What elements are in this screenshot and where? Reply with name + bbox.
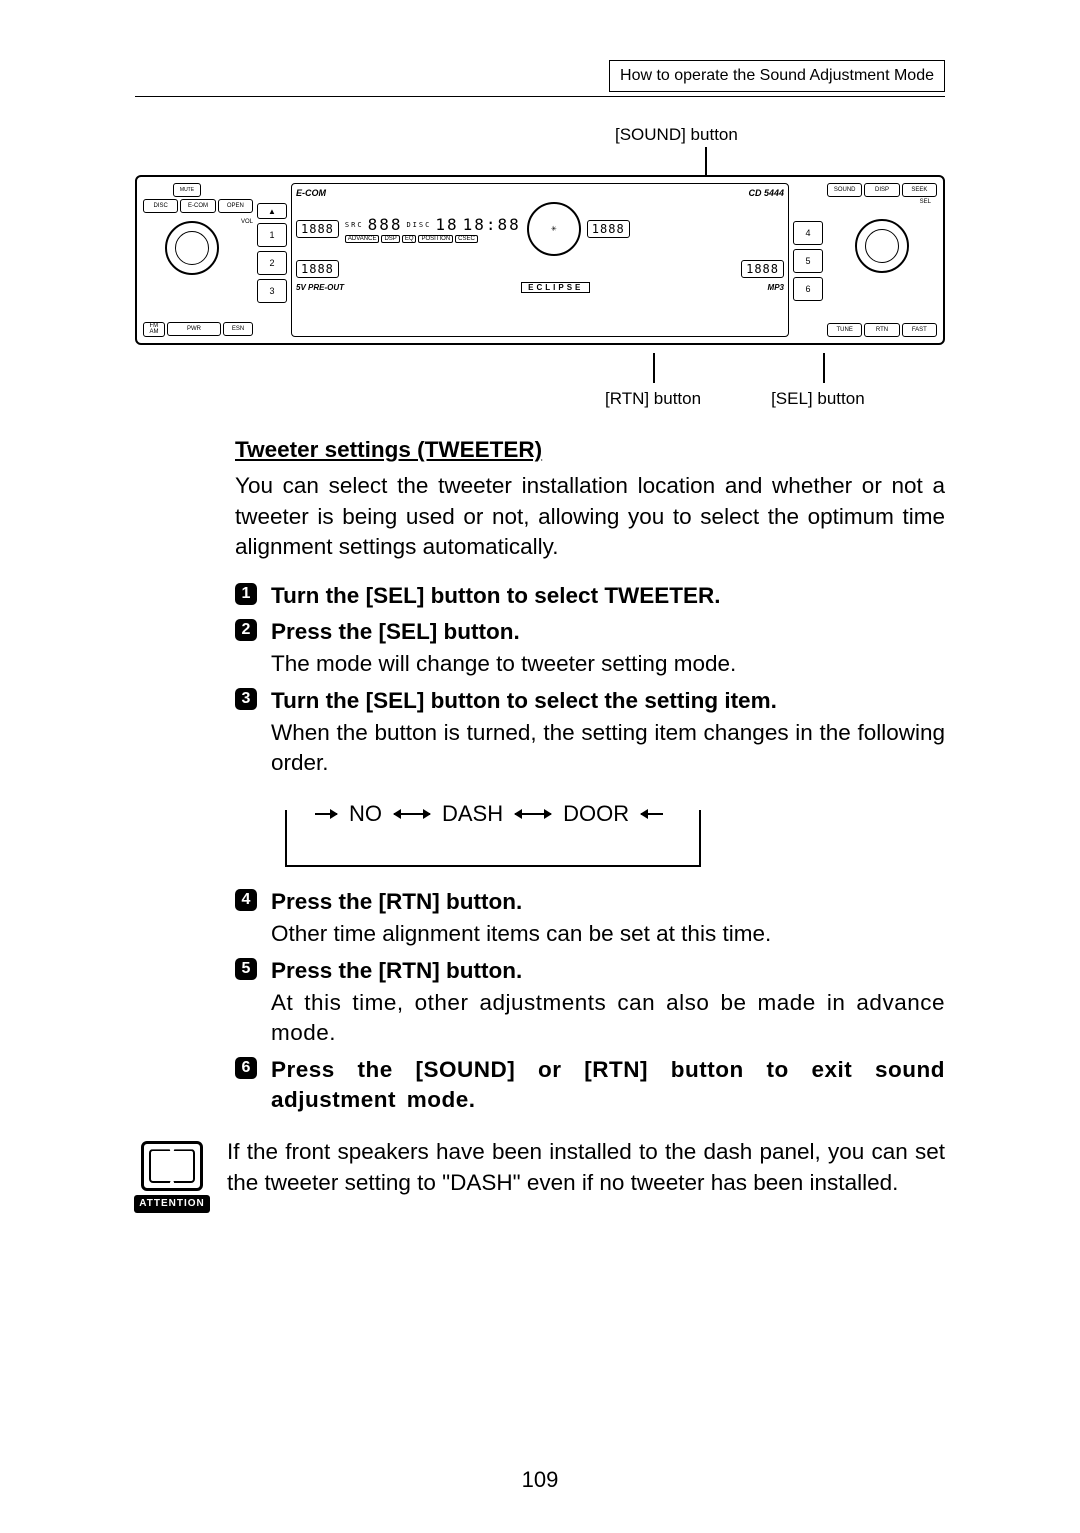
- preset-5: 5: [793, 249, 823, 273]
- step-head: Turn the [SEL] button to select TWEETER.: [271, 581, 945, 611]
- step-head: Press the [RTN] button.: [271, 956, 945, 986]
- preout-label: 5V PRE-OUT: [296, 283, 344, 292]
- esn-button: ESN: [223, 322, 253, 336]
- brand-label: ECLIPSE: [521, 282, 590, 293]
- step-body: When the button is turned, the setting i…: [271, 718, 945, 779]
- tag-position: POSITION: [418, 235, 453, 243]
- step-5: 5 Press the [RTN] button. At this time, …: [271, 956, 945, 1049]
- cycle-diagram: NO DASH DOOR: [271, 799, 701, 867]
- tag-advance: ADVANCE: [345, 235, 380, 243]
- tag-eq: EQ: [402, 235, 417, 243]
- center-dial-icon: ✳: [527, 202, 581, 256]
- device-faceplate-diagram: MUTE DISC E-COM OPEN VOL FM AM PWR ES: [135, 175, 945, 345]
- tag-dsp: DSP: [381, 235, 399, 243]
- step-number-icon: 4: [235, 889, 257, 911]
- step-number-icon: 6: [235, 1057, 257, 1079]
- step-number-icon: 3: [235, 688, 257, 710]
- mp3-label: MP3: [768, 283, 784, 292]
- step-6: 6 Press the [SOUND] or [RTN] button to e…: [271, 1055, 945, 1116]
- book-icon: [141, 1141, 203, 1191]
- callout-sound-label: [SOUND] button: [615, 125, 738, 144]
- src-tag: SRC: [345, 221, 364, 229]
- seg-a: 1888: [296, 220, 339, 238]
- callout-sound: [SOUND] button: [615, 125, 738, 145]
- seg-b: 888: [368, 215, 403, 234]
- open-button: OPEN: [218, 199, 253, 213]
- rtn-button: RTN: [864, 323, 899, 337]
- step-head: Press the [RTN] button.: [271, 887, 945, 917]
- preset-4: 4: [793, 221, 823, 245]
- step-1: 1 Turn the [SEL] button to select TWEETE…: [271, 581, 945, 611]
- preset-2: 2: [257, 251, 287, 275]
- disc-tag: DISC: [406, 221, 431, 229]
- leader-line: [823, 353, 825, 383]
- step-body: At this time, other adjustments can also…: [271, 988, 945, 1049]
- breadcrumb: How to operate the Sound Adjustment Mode: [609, 60, 945, 92]
- fast-button: FAST: [902, 323, 937, 337]
- step-2: 2 Press the [SEL] button. The mode will …: [271, 617, 945, 680]
- attention-icon: ATTENTION: [135, 1137, 209, 1213]
- preset-3: 3: [257, 279, 287, 303]
- attention-text: If the front speakers have been installe…: [227, 1137, 945, 1213]
- seek-button: SEEK: [902, 183, 937, 197]
- model-label: CD 5444: [748, 188, 784, 198]
- sel-knob: [855, 219, 909, 273]
- disc-button: DISC: [143, 199, 178, 213]
- vol-label: VOL: [241, 215, 253, 281]
- step-head: Press the [SOUND] or [RTN] button to exi…: [271, 1055, 945, 1116]
- section-title: Tweeter settings (TWEETER): [235, 435, 945, 465]
- sel-label: SEL: [827, 199, 937, 205]
- volume-knob: [165, 221, 219, 275]
- step-3: 3 Turn the [SEL] button to select the se…: [271, 686, 945, 867]
- eject-button: ▲: [257, 203, 287, 219]
- step-head: Press the [SEL] button.: [271, 617, 945, 647]
- step-number-icon: 5: [235, 958, 257, 980]
- seg-c: 18: [435, 215, 458, 234]
- page-number: 109: [0, 1467, 1080, 1493]
- preset-1: 1: [257, 223, 287, 247]
- step-number-icon: 1: [235, 583, 257, 605]
- seg-d: 18:88: [463, 215, 521, 234]
- disp-button: DISP: [864, 183, 899, 197]
- seg-a2: 1888: [296, 260, 339, 278]
- leader-line: [705, 147, 707, 175]
- pwr-button: PWR: [167, 322, 221, 336]
- fm-am-button: FM AM: [143, 322, 165, 337]
- step-number-icon: 2: [235, 619, 257, 641]
- step-body: Other time alignment items can be set at…: [271, 919, 945, 949]
- header-rule: How to operate the Sound Adjustment Mode: [135, 60, 945, 97]
- seg-side-1: 1888: [587, 220, 630, 238]
- tag-csec: CSEC: [455, 235, 478, 243]
- step-body: The mode will change to tweeter setting …: [271, 649, 945, 679]
- callout-sel-label: [SEL] button: [771, 389, 865, 409]
- preset-6: 6: [793, 277, 823, 301]
- step-4: 4 Press the [RTN] button. Other time ali…: [271, 887, 945, 950]
- seg-side-2: 1888: [741, 260, 784, 278]
- mute-button: MUTE: [173, 183, 201, 197]
- attention-label: ATTENTION: [134, 1195, 209, 1213]
- callout-rtn-label: [RTN] button: [605, 389, 701, 409]
- ecom-brand-label: E-COM: [296, 188, 326, 198]
- step-head: Turn the [SEL] button to select the sett…: [271, 686, 945, 716]
- ecom-button: E-COM: [180, 199, 215, 213]
- tune-button: TUNE: [827, 323, 862, 337]
- section-intro: You can select the tweeter installation …: [235, 471, 945, 562]
- sound-button: SOUND: [827, 183, 862, 197]
- cycle-return-line: [285, 810, 701, 867]
- leader-line: [653, 353, 655, 383]
